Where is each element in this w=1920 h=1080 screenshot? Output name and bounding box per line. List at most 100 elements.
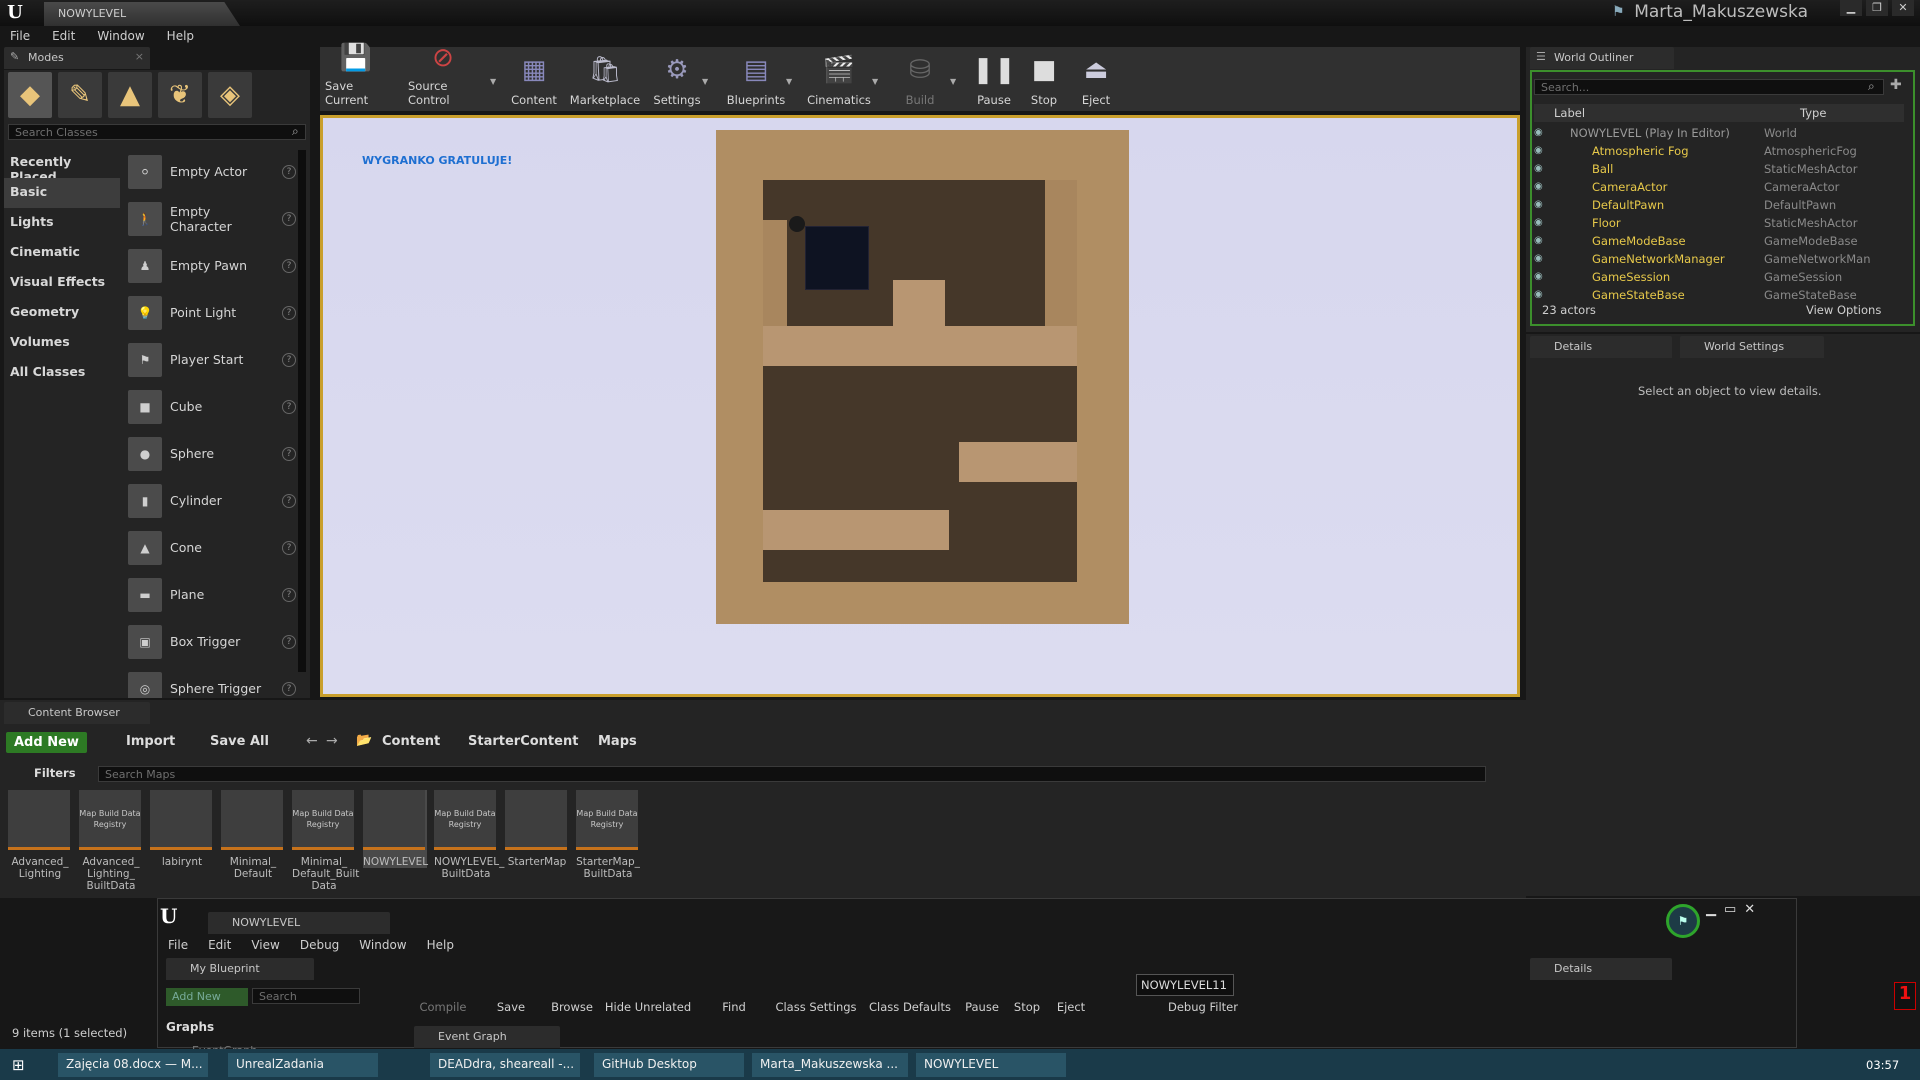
category-cinematic[interactable]: Cinematic: [4, 238, 120, 268]
search-maps-input[interactable]: Search Maps: [98, 766, 1486, 782]
visibility-eye-icon[interactable]: ◉: [1534, 268, 1550, 286]
settings-button[interactable]: ⚙ Settings: [652, 47, 702, 111]
graphs-section[interactable]: Graphs: [166, 1020, 214, 1034]
modes-scrollbar[interactable]: [298, 150, 306, 672]
asset-tile[interactable]: StarterMap: [505, 790, 569, 868]
taskbar-item[interactable]: NOWYLEVEL: [916, 1053, 1066, 1077]
help-icon[interactable]: ?: [282, 352, 296, 367]
chevron-down-icon[interactable]: ▼: [786, 77, 792, 86]
visibility-eye-icon[interactable]: ◉: [1534, 214, 1550, 232]
help-icon[interactable]: ?: [282, 446, 296, 461]
my-blueprint-tab[interactable]: My Blueprint: [166, 958, 314, 980]
table-row[interactable]: ◉ Ball StaticMeshActor: [1534, 160, 1904, 178]
source-control-status-icon[interactable]: ⚑: [1666, 904, 1700, 938]
list-item[interactable]: ⚑ Player Start?: [124, 336, 296, 383]
stop-button[interactable]: ■ Stop: [1024, 47, 1064, 111]
list-item[interactable]: ● Sphere?: [124, 430, 296, 477]
filters-button[interactable]: Filters: [34, 766, 76, 780]
menu-edit[interactable]: Edit: [52, 26, 75, 46]
help-icon[interactable]: ?: [282, 634, 296, 649]
help-icon[interactable]: ?: [282, 258, 296, 273]
list-item[interactable]: ◎ Sphere Trigger?: [124, 665, 296, 698]
bp-eject-button[interactable]: Eject: [1048, 956, 1094, 1022]
help-icon[interactable]: ?: [282, 305, 296, 320]
category-geometry[interactable]: Geometry: [4, 298, 120, 328]
visibility-eye-icon[interactable]: ◉: [1534, 160, 1550, 178]
save-current-button[interactable]: 💾 Save Current: [325, 43, 387, 111]
asset-tile[interactable]: Minimal_ Default: [221, 790, 285, 880]
source-control-button[interactable]: ⊘ Source Control: [408, 43, 478, 111]
column-type[interactable]: Type: [1800, 104, 1826, 122]
content-browser-tab[interactable]: Content Browser: [4, 702, 150, 724]
breadcrumb-startercontent[interactable]: StarterContent: [468, 734, 578, 749]
asset-tile[interactable]: Map Build Data Registry Minimal_ Default_…: [292, 790, 359, 892]
hide-unrelated-button[interactable]: Hide Unrelated: [598, 956, 698, 1022]
category-lights[interactable]: Lights: [4, 208, 120, 238]
list-item[interactable]: ■ Cube?: [124, 383, 296, 430]
visibility-eye-icon[interactable]: ◉: [1534, 178, 1550, 196]
table-row[interactable]: ◉ DefaultPawn DefaultPawn: [1534, 196, 1904, 214]
taskbar-item[interactable]: UnrealZadania: [228, 1053, 378, 1077]
table-row[interactable]: ◉ GameModeBase GameModeBase: [1534, 232, 1904, 250]
bp-menu-file[interactable]: File: [168, 938, 188, 952]
level-document-tab[interactable]: NOWYLEVEL: [44, 2, 240, 26]
bp-menu-view[interactable]: View: [251, 938, 279, 952]
source-control-icon[interactable]: ⚑: [1612, 4, 1630, 20]
table-row[interactable]: ◉ NOWYLEVEL (Play In Editor) World: [1534, 124, 1904, 142]
table-row[interactable]: ◉ Floor StaticMeshActor: [1534, 214, 1904, 232]
cinematics-button[interactable]: 🎬 Cinematics: [804, 47, 874, 111]
list-item[interactable]: ♟ Empty Pawn?: [124, 242, 296, 289]
table-row[interactable]: ◉ Atmospheric Fog AtmosphericFog: [1534, 142, 1904, 160]
list-item[interactable]: ▮ Cylinder?: [124, 477, 296, 524]
world-settings-tab[interactable]: World Settings: [1680, 336, 1824, 358]
visibility-eye-icon[interactable]: ◉: [1534, 232, 1550, 250]
breadcrumb-content[interactable]: Content: [382, 734, 440, 749]
blueprints-button[interactable]: ▤ Blueprints: [724, 47, 788, 111]
visibility-eye-icon[interactable]: ◉: [1534, 250, 1550, 268]
help-icon[interactable]: ?: [282, 681, 296, 696]
help-icon[interactable]: ?: [282, 587, 296, 602]
asset-tile[interactable]: labirynt: [150, 790, 214, 868]
category-visual-effects[interactable]: Visual Effects: [4, 268, 120, 298]
compile-button[interactable]: Compile: [410, 956, 476, 1022]
bp-add-new-button[interactable]: Add New: [166, 988, 248, 1006]
list-item[interactable]: 🚶 Empty Character?: [124, 195, 296, 242]
eject-button[interactable]: ⏏ Eject: [1076, 47, 1116, 111]
content-button[interactable]: ▦ Content: [510, 47, 558, 111]
notification-badge[interactable]: 1: [1894, 982, 1916, 1010]
help-icon[interactable]: ?: [282, 211, 296, 226]
help-icon[interactable]: ?: [282, 399, 296, 414]
asset-tile[interactable]: Map Build Data Registry StarterMap_ Built…: [576, 790, 640, 880]
blueprint-level-tab[interactable]: NOWYLEVEL: [208, 912, 390, 934]
bp-menu-window[interactable]: Window: [359, 938, 406, 952]
category-basic[interactable]: Basic: [4, 178, 120, 208]
table-row[interactable]: ◉ GameSession GameSession: [1534, 268, 1904, 286]
taskbar-item[interactable]: DEADdra, sheareall -...: [430, 1053, 580, 1077]
help-icon[interactable]: ?: [282, 164, 296, 179]
paint-mode-icon[interactable]: ✎: [58, 72, 102, 118]
maximize-icon[interactable]: ▭: [1724, 902, 1736, 917]
minimize-icon[interactable]: ▁: [1706, 902, 1716, 917]
maximize-icon[interactable]: ❐: [1866, 0, 1888, 16]
visibility-eye-icon[interactable]: ◉: [1534, 124, 1550, 142]
taskbar-item[interactable]: Zajęcia 08.docx — M...: [58, 1053, 208, 1077]
chevron-down-icon[interactable]: ▼: [872, 77, 878, 86]
table-row[interactable]: ◉ GameStateBase GameStateBase: [1534, 286, 1904, 304]
import-button[interactable]: Import: [126, 734, 175, 749]
chevron-down-icon[interactable]: ▼: [950, 77, 956, 86]
bp-menu-edit[interactable]: Edit: [208, 938, 231, 952]
bp-pause-button[interactable]: Pause: [958, 956, 1006, 1022]
asset-tile[interactable]: Map Build Data Registry Advanced_ Lightin…: [79, 790, 143, 892]
menu-window[interactable]: Window: [97, 26, 144, 46]
list-item[interactable]: ⚪ Empty Actor?: [124, 148, 296, 195]
bp-details-tab[interactable]: Details: [1530, 958, 1672, 980]
bp-stop-button[interactable]: Stop: [1006, 956, 1048, 1022]
visibility-eye-icon[interactable]: ◉: [1534, 286, 1550, 304]
forward-arrow-icon[interactable]: →: [326, 733, 338, 749]
modes-tab[interactable]: ✎ Modes ×: [4, 47, 150, 69]
close-icon[interactable]: ✕: [1744, 902, 1755, 917]
visibility-eye-icon[interactable]: ◉: [1534, 196, 1550, 214]
marketplace-button[interactable]: 🛍 Marketplace: [570, 47, 640, 111]
visibility-eye-icon[interactable]: ◉: [1534, 142, 1550, 160]
back-arrow-icon[interactable]: ←: [306, 733, 318, 749]
